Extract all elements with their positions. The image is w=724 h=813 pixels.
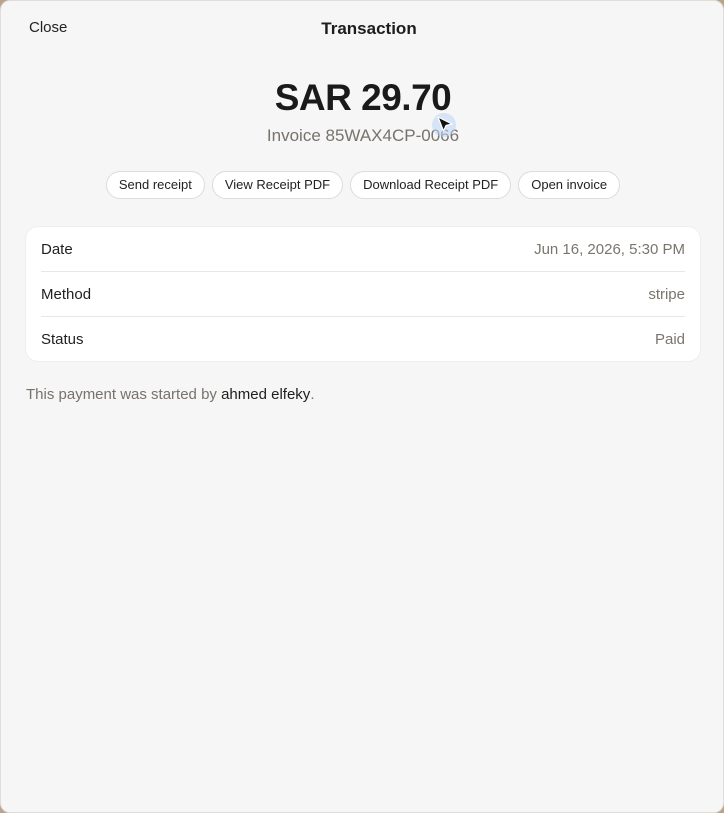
view-receipt-pdf-button[interactable]: View Receipt PDF bbox=[211, 171, 344, 199]
status-value: Paid bbox=[654, 330, 685, 348]
transaction-amount: SAR 29.70 bbox=[274, 77, 452, 118]
invoice-number: Invoice 85WAX4CP-0066 bbox=[266, 126, 460, 145]
action-buttons: Send receipt View Receipt PDF Download R… bbox=[1, 171, 723, 199]
method-label: Method bbox=[41, 285, 92, 303]
open-invoice-button[interactable]: Open invoice bbox=[518, 171, 621, 199]
sheet-title: Transaction bbox=[321, 19, 417, 38]
date-value: Jun 16, 2026, 5:30 PM bbox=[534, 240, 685, 258]
send-receipt-button[interactable]: Send receipt bbox=[105, 171, 205, 199]
download-receipt-pdf-button[interactable]: Download Receipt PDF bbox=[350, 171, 512, 199]
mouse-pointer-icon bbox=[432, 113, 456, 137]
note-prefix: This payment was started by bbox=[26, 386, 222, 403]
sheet-header: Close Transaction bbox=[1, 1, 723, 57]
status-label: Status bbox=[41, 330, 84, 348]
method-value: stripe bbox=[648, 285, 685, 303]
transaction-sheet: Close Transaction SAR 29.70 Invoice 85WA… bbox=[0, 0, 724, 813]
note-suffix: . bbox=[310, 386, 315, 403]
detail-row-status: Status Paid bbox=[41, 317, 685, 361]
date-label: Date bbox=[41, 240, 73, 258]
details-card: Date Jun 16, 2026, 5:30 PM Method stripe… bbox=[26, 227, 700, 361]
detail-row-date: Date Jun 16, 2026, 5:30 PM bbox=[41, 227, 685, 272]
detail-row-method: Method stripe bbox=[41, 272, 685, 317]
payment-origin-note: This payment was started by ahmed elfeky… bbox=[26, 386, 314, 403]
note-user-name: ahmed elfeky bbox=[221, 386, 311, 403]
